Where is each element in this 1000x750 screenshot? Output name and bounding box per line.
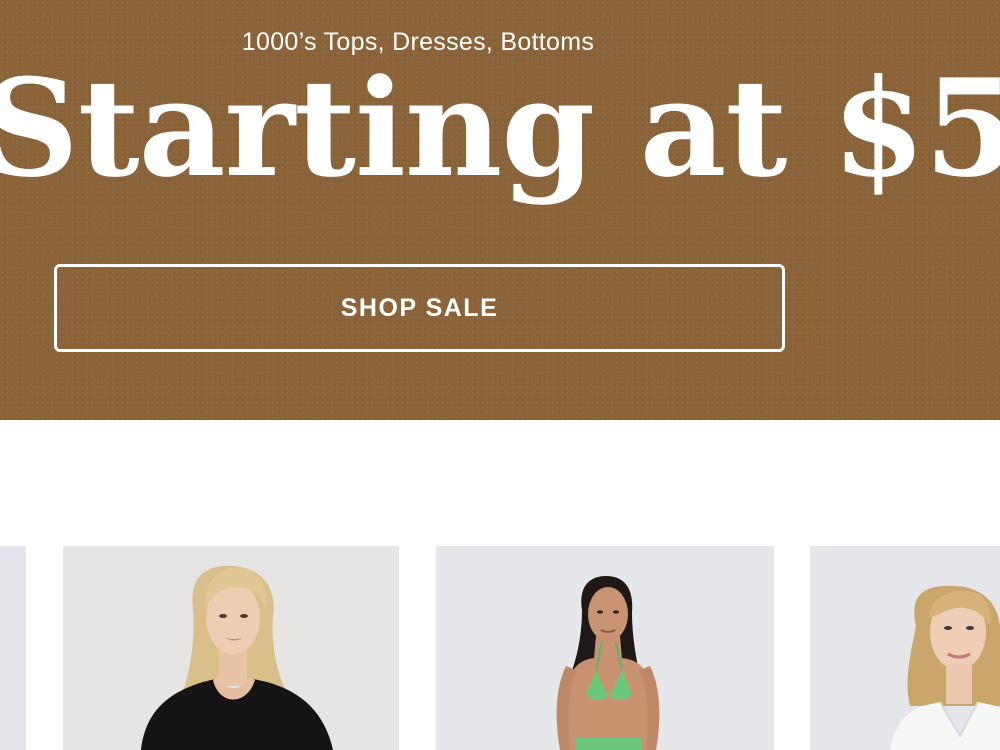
product-carousel: [0, 546, 1000, 750]
product-image-model-green-bikini[interactable]: [436, 546, 774, 750]
product-image[interactable]: [0, 546, 26, 750]
product-card[interactable]: [63, 546, 399, 750]
product-card[interactable]: [810, 546, 1000, 750]
product-card[interactable]: [436, 546, 774, 750]
product-card[interactable]: [0, 546, 26, 750]
shop-sale-button[interactable]: SHOP SALE: [54, 264, 785, 352]
promo-banner: 1000’s Tops, Dresses, Bottoms Starting a…: [0, 0, 1000, 420]
product-image-model-black-top[interactable]: [63, 546, 399, 750]
product-image-model-white-top[interactable]: [810, 546, 1000, 750]
promo-headline: Starting at $5: [0, 49, 1000, 207]
